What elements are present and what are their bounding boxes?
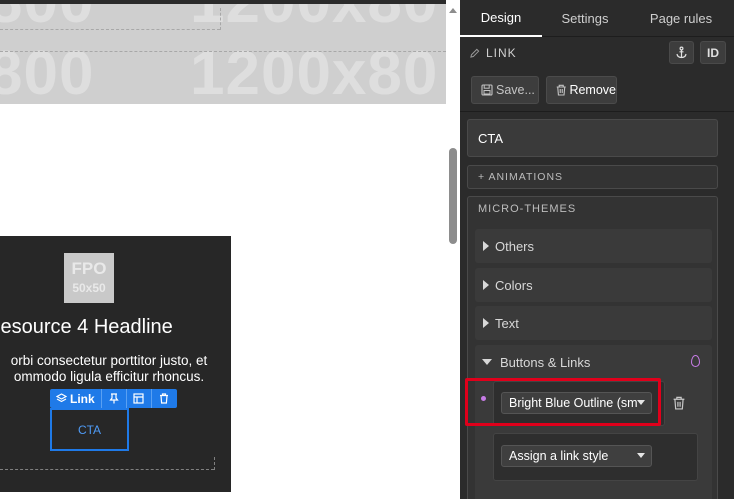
pin-icon xyxy=(108,393,119,404)
scroll-up-arrow-icon[interactable] xyxy=(449,8,457,13)
chevron-down-icon xyxy=(637,453,645,458)
class-name-field[interactable]: CTA xyxy=(467,119,718,157)
style-panel: Design Settings Page rules LINK ID Save.… xyxy=(460,0,734,499)
floppy-disk-icon xyxy=(481,84,493,96)
animations-toggle[interactable]: + ANIMATIONS xyxy=(467,165,718,189)
card-body-text[interactable]: orbi consectetur porttitor justo, et omm… xyxy=(0,353,222,385)
guide-line xyxy=(0,51,446,52)
hero-watermark-text: 1200x80 xyxy=(190,39,439,104)
page-canvas[interactable]: 800 1200x80 800 1200x80 FPO 50x50 Resour… xyxy=(0,0,446,499)
guide-line xyxy=(0,29,220,30)
resource-card[interactable]: FPO 50x50 Resource 4 Headline orbi conse… xyxy=(0,236,231,492)
panel-tabs: Design Settings Page rules xyxy=(460,0,734,37)
caret-right-icon xyxy=(483,241,489,251)
remove-button-label: Remove xyxy=(569,83,616,97)
micro-themes-header[interactable]: MICRO-THEMES xyxy=(468,197,717,221)
hero-placeholder-image[interactable]: 800 1200x80 800 1200x80 xyxy=(0,4,446,104)
group-label: Buttons & Links xyxy=(500,354,591,370)
color-drop-icon xyxy=(691,355,700,367)
toolbar-link-selector[interactable]: Link xyxy=(50,389,102,408)
assign-link-style-placeholder: Assign a link style xyxy=(509,449,609,463)
group-label: Others xyxy=(495,238,535,254)
save-button[interactable]: Save... xyxy=(471,76,539,104)
element-toolbar: Link xyxy=(50,389,177,408)
anchor-button[interactable] xyxy=(669,41,694,64)
toolbar-pin-button[interactable] xyxy=(102,389,127,408)
buttons-links-header[interactable]: Buttons & Links xyxy=(475,345,712,379)
micro-theme-group-text[interactable]: Text xyxy=(475,306,712,340)
toolbar-link-label: Link xyxy=(70,391,95,406)
remove-button[interactable]: Remove xyxy=(546,76,617,104)
scrollbar-thumb[interactable] xyxy=(449,148,457,244)
action-bar: Save... Remove xyxy=(460,68,734,112)
assign-link-style-select[interactable]: Assign a link style xyxy=(501,445,652,467)
guide-line xyxy=(214,457,215,470)
toolbar-delete-button[interactable] xyxy=(152,389,177,408)
tab-settings[interactable]: Settings xyxy=(542,0,628,37)
toolbar-layout-button[interactable] xyxy=(127,389,152,408)
micro-theme-group-others[interactable]: Others xyxy=(475,229,712,263)
trash-icon xyxy=(556,84,566,96)
pencil-icon xyxy=(470,48,480,58)
tab-design[interactable]: Design xyxy=(460,0,542,37)
fpo-size: 50x50 xyxy=(72,281,106,295)
caret-down-icon xyxy=(482,359,492,365)
hero-watermark-text: 800 xyxy=(0,4,94,37)
hero-watermark-text: 1200x80 xyxy=(190,4,438,37)
tab-page-rules[interactable]: Page rules xyxy=(628,0,734,37)
guide-line xyxy=(220,8,221,30)
layout-icon xyxy=(133,393,144,404)
anchor-icon xyxy=(676,46,687,59)
layers-icon xyxy=(56,393,67,403)
hero-watermark-text: 800 xyxy=(0,39,95,104)
save-button-label: Save... xyxy=(496,83,535,97)
trash-icon[interactable] xyxy=(672,396,686,410)
selected-element-type: LINK xyxy=(486,46,517,60)
fpo-placeholder-image: FPO 50x50 xyxy=(64,253,114,303)
canvas-scrollbar[interactable] xyxy=(446,0,460,499)
group-label: Text xyxy=(495,315,519,331)
id-button[interactable]: ID xyxy=(700,41,726,64)
cta-link[interactable]: CTA xyxy=(50,408,129,451)
fpo-label: FPO xyxy=(71,259,107,278)
micro-theme-group-colors[interactable]: Colors xyxy=(475,268,712,302)
caret-right-icon xyxy=(483,318,489,328)
highlight-box xyxy=(465,378,661,426)
selected-element-row: LINK ID xyxy=(460,38,734,68)
trash-icon xyxy=(160,393,169,404)
card-headline[interactable]: Resource 4 Headline xyxy=(0,316,246,339)
caret-right-icon xyxy=(483,280,489,290)
group-label: Colors xyxy=(495,277,533,293)
guide-line xyxy=(0,469,214,470)
